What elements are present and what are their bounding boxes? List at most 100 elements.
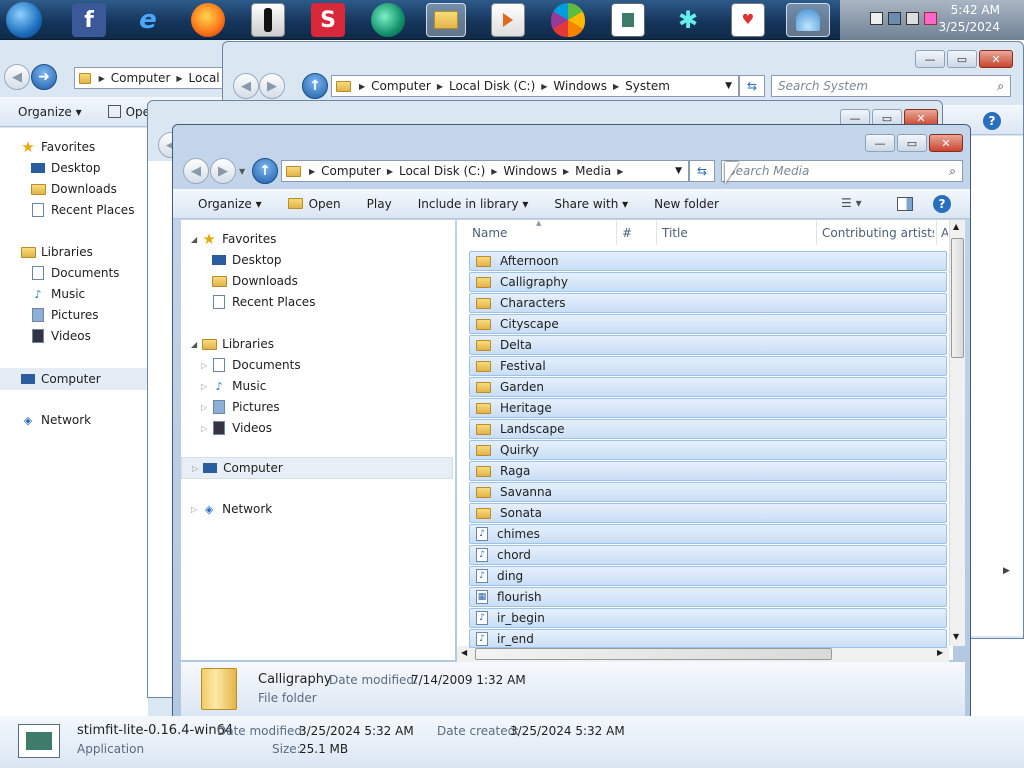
breadcrumb-media[interactable]: Media [575, 164, 611, 178]
system-up-button[interactable]: ↑ [302, 73, 328, 99]
list-item[interactable]: ♪ ir_end [469, 629, 947, 648]
list-item[interactable]: Landscape [469, 419, 947, 439]
list-item[interactable]: Cityscape [469, 314, 947, 334]
firefox-icon[interactable] [191, 3, 225, 37]
address-dropdown-icon[interactable]: ▼ [675, 166, 682, 176]
nav-favorites[interactable]: ◢ ★ Favorites [191, 230, 276, 248]
tray-flag-icon[interactable] [870, 12, 883, 25]
silhouette-shortcut-icon[interactable] [251, 3, 285, 37]
nav-desktop[interactable]: Desktop [30, 161, 101, 175]
column-header-number[interactable]: # [616, 221, 652, 245]
breadcrumb-local-disk[interactable]: Local Disk (C:) [399, 164, 485, 178]
media-refresh-button[interactable]: ⇆ [689, 160, 715, 182]
calendar-heart-icon[interactable]: ♥ [731, 3, 765, 37]
list-item[interactable]: Afternoon [469, 251, 947, 271]
list-item[interactable]: Heritage [469, 398, 947, 418]
view-options-icon[interactable]: ☰ ▾ [841, 196, 862, 210]
play-button[interactable]: Play [367, 197, 392, 211]
nav-music[interactable]: ▷ ♪ Music [201, 379, 266, 393]
list-item[interactable]: Savanna [469, 482, 947, 502]
maximize-button[interactable]: ▭ [897, 134, 927, 152]
column-header-title[interactable]: Title [656, 221, 814, 245]
scroll-right-arrow[interactable]: ▶ [937, 648, 943, 657]
back-window-forward-button[interactable]: ➜ [31, 64, 57, 90]
open-button[interactable]: Ope [107, 105, 150, 119]
back-window-address-bar[interactable]: ▶ Computer ▶ Local I [74, 67, 234, 89]
list-item[interactable]: Delta [469, 335, 947, 355]
breadcrumb-windows[interactable]: Windows [503, 164, 557, 178]
nav-videos[interactable]: Videos [30, 329, 91, 343]
nav-downloads[interactable]: Downloads [30, 182, 117, 196]
nav-favorites[interactable]: ★ Favorites [20, 138, 95, 156]
media-forward-button[interactable]: ▶ [210, 158, 236, 184]
taskbar-clock[interactable]: 5:42 AM 3/25/2024 [938, 2, 1000, 36]
system-search-input[interactable]: Search System ⌕ [771, 75, 1011, 97]
list-item[interactable]: ▦ flourish [469, 587, 947, 607]
breadcrumb-computer[interactable]: Computer [321, 164, 381, 178]
list-item[interactable]: ♪ chord [469, 545, 947, 565]
nav-network[interactable]: ◈ Network [20, 413, 91, 427]
tray-network-icon[interactable] [888, 12, 901, 25]
list-item[interactable]: Festival [469, 356, 947, 376]
nav-documents[interactable]: Documents [30, 266, 119, 280]
minimize-button[interactable]: — [915, 50, 945, 68]
tray-power-icon[interactable] [924, 12, 937, 25]
list-item[interactable]: Garden [469, 377, 947, 397]
system-scroll-right-icon[interactable]: ▶ [1003, 566, 1010, 576]
nav-music[interactable]: ♪ Music [30, 287, 85, 301]
nav-pictures[interactable]: Pictures [30, 308, 99, 322]
media-horizontal-scrollbar[interactable]: ◀ ▶ [457, 646, 949, 662]
minimize-button[interactable]: — [865, 134, 895, 152]
list-item[interactable]: Calligraphy [469, 272, 947, 292]
list-item[interactable]: ♪ ir_begin [469, 608, 947, 628]
system-address-bar[interactable]: ▶ Computer ▶ Local Disk (C:) ▶ Windows ▶ Sy… [331, 75, 739, 97]
nav-libraries[interactable]: Libraries [20, 245, 93, 259]
maximize-button[interactable]: ▭ [947, 50, 977, 68]
list-item[interactable]: Characters [469, 293, 947, 313]
column-header-album[interactable]: A [936, 221, 948, 245]
scroll-up-arrow[interactable]: ▲ [953, 222, 959, 231]
nav-computer[interactable]: Computer [0, 368, 148, 390]
back-window-back-button[interactable]: ◀ [4, 64, 30, 90]
share-with-button[interactable]: Share with ▾ [554, 197, 628, 211]
new-folder-button[interactable]: New folder [654, 197, 719, 211]
breadcrumb-local-disk[interactable]: Local Disk (C:) [449, 79, 535, 93]
nav-recent-places[interactable]: Recent Places [30, 203, 134, 217]
system-back-button[interactable]: ◀ [233, 73, 259, 99]
list-item[interactable]: ♪ chimes [469, 524, 947, 544]
list-item[interactable]: Raga [469, 461, 947, 481]
nav-downloads[interactable]: Downloads [211, 274, 298, 288]
include-in-library-button[interactable]: Include in library ▾ [418, 197, 529, 211]
media-player-icon[interactable] [491, 3, 525, 37]
preview-pane-icon[interactable] [897, 197, 913, 211]
nav-videos[interactable]: ▷ Videos [201, 421, 272, 435]
media-up-button[interactable]: ↑ [252, 158, 278, 184]
close-button[interactable]: ✕ [929, 134, 963, 152]
organize-button[interactable]: Organize ▾ [198, 197, 262, 211]
system-refresh-button[interactable]: ⇆ [739, 75, 765, 97]
media-back-button[interactable]: ◀ [183, 158, 209, 184]
scroll-left-arrow[interactable]: ◀ [461, 648, 467, 657]
list-item[interactable]: Quirky [469, 440, 947, 460]
nav-desktop[interactable]: Desktop [211, 253, 282, 267]
list-item[interactable]: Sonata [469, 503, 947, 523]
breadcrumb-computer[interactable]: Computer [111, 71, 171, 85]
shell-icon[interactable] [786, 3, 830, 37]
internet-explorer-icon[interactable]: e [131, 3, 165, 37]
breadcrumb-computer[interactable]: Computer [371, 79, 431, 93]
organize-button[interactable]: Organize ▾ [18, 105, 82, 119]
breadcrumb-windows[interactable]: Windows [553, 79, 607, 93]
scroll-thumb[interactable] [951, 238, 964, 358]
help-icon[interactable]: ? [983, 112, 1001, 130]
nav-network[interactable]: ▷ ◈ Network [191, 502, 272, 516]
facebook-icon[interactable]: f [72, 3, 106, 37]
scroll-down-arrow[interactable]: ▼ [953, 632, 959, 641]
breadcrumb-system[interactable]: System [625, 79, 670, 93]
column-header-contributing-artists[interactable]: Contributing artists [816, 221, 934, 245]
stimfit-s-icon[interactable]: S [311, 3, 345, 37]
tray-volume-icon[interactable] [906, 12, 919, 25]
document-viewer-icon[interactable] [611, 3, 645, 37]
help-icon[interactable]: ? [933, 195, 951, 213]
apple-icon[interactable] [551, 3, 585, 37]
open-button[interactable]: Open [287, 197, 341, 211]
